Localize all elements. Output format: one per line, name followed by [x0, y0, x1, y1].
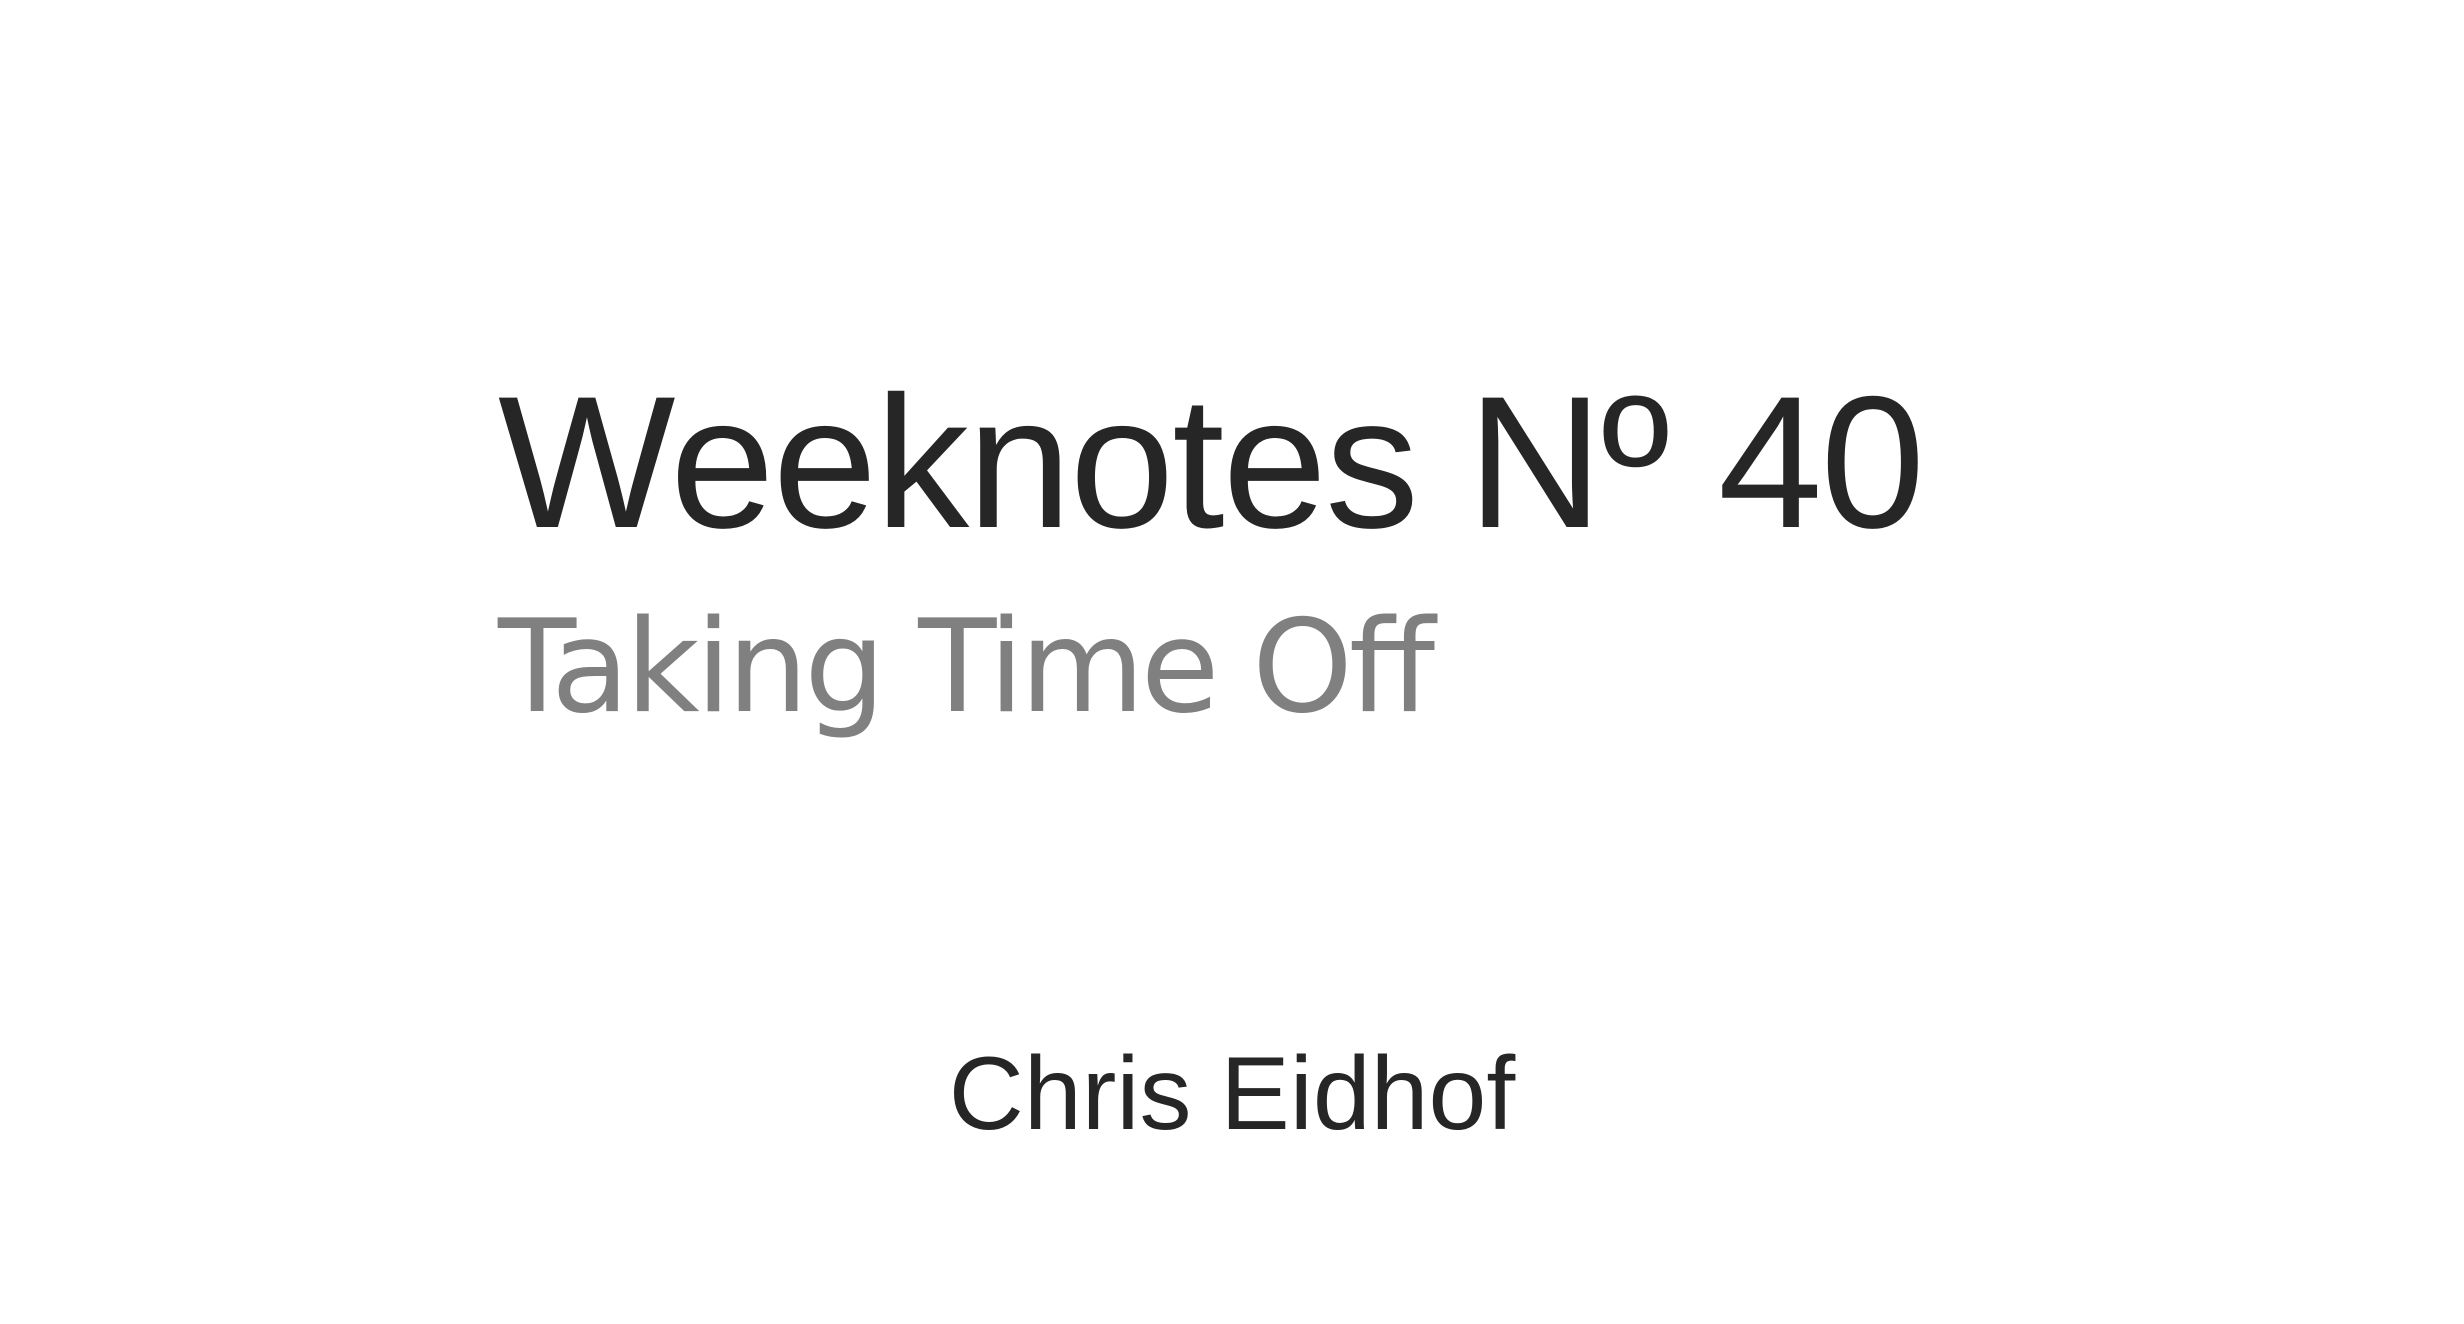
author-name: Chris Eidhof	[948, 1036, 1516, 1152]
title-card: Weeknotes Nº 40 Taking Time Off Chris Ei…	[0, 0, 2464, 1324]
post-title: Weeknotes Nº 40	[498, 357, 1925, 567]
post-subtitle: Taking Time Off	[498, 593, 1435, 742]
